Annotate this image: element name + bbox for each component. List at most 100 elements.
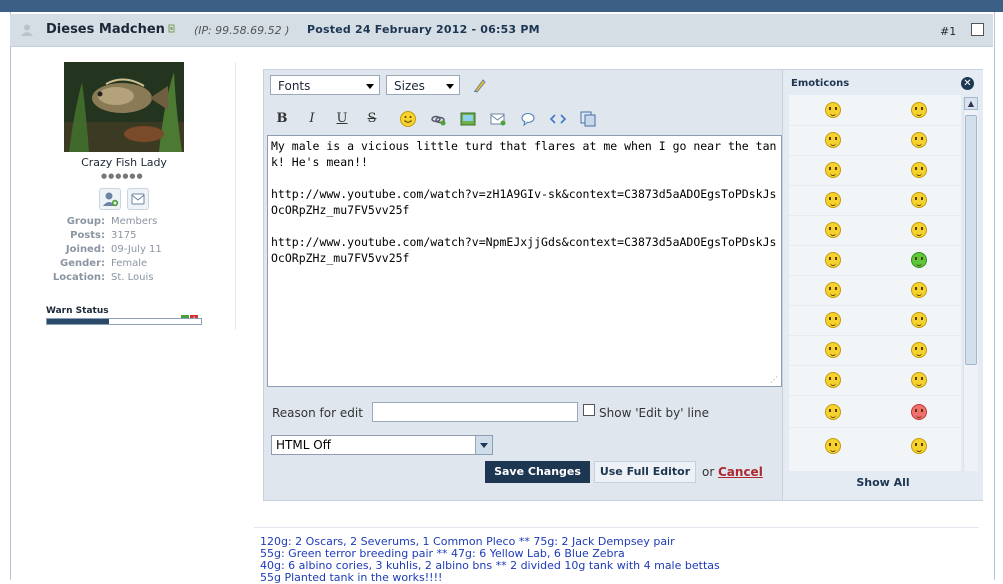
info-row-gender: Gender: Female bbox=[60, 258, 148, 269]
paste-button[interactable] bbox=[578, 110, 598, 128]
post-author[interactable]: Dieses Madchen bbox=[46, 22, 165, 37]
blush-emoticon-icon bbox=[911, 222, 927, 238]
reason-for-edit-input[interactable] bbox=[372, 402, 578, 422]
fonts-select[interactable]: Fonts bbox=[270, 75, 380, 95]
text-color-button[interactable] bbox=[470, 76, 490, 94]
emoticon-cell[interactable] bbox=[875, 125, 961, 156]
member-info: Group: Members Posts: 3175 Joined: 09-July … bbox=[12, 215, 236, 285]
or-text: or bbox=[702, 465, 715, 479]
huh-emoticon-icon bbox=[825, 282, 841, 298]
bold-button[interactable]: B bbox=[272, 110, 292, 128]
sick-emoticon-icon bbox=[911, 252, 927, 268]
emoticon-cell[interactable] bbox=[875, 95, 961, 126]
emoticons-panel: Emoticons ✕ ▲ Show All bbox=[782, 70, 983, 500]
emoticon-cell[interactable] bbox=[875, 155, 961, 186]
fonts-select-label: Fonts bbox=[278, 79, 311, 93]
emoticon-button[interactable] bbox=[398, 110, 418, 128]
grin-emoticon-icon bbox=[825, 372, 841, 388]
scroll-up-icon[interactable]: ▲ bbox=[964, 97, 978, 110]
sleepy-emoticon-icon bbox=[825, 252, 841, 268]
cry-emoticon-icon bbox=[911, 162, 927, 178]
close-icon[interactable]: ✕ bbox=[961, 77, 974, 90]
underline-button[interactable]: U bbox=[332, 110, 352, 128]
signature-line: 55g Planted tank in the works!!!! bbox=[260, 571, 443, 584]
online-status-icon bbox=[168, 24, 175, 33]
emoticon-cell[interactable] bbox=[875, 397, 961, 428]
insert-link-button[interactable] bbox=[428, 110, 448, 128]
emoticon-cell[interactable] bbox=[875, 365, 961, 396]
post-content-textarea[interactable]: My male is a vicious little turd that fl… bbox=[267, 135, 782, 387]
clipboard-icon bbox=[580, 111, 596, 127]
wink-emoticon-icon bbox=[911, 102, 927, 118]
rank-pips: ●●●●●● bbox=[101, 172, 144, 180]
emoticon-cell[interactable] bbox=[789, 275, 875, 306]
show-all-emoticons-button[interactable]: Show All bbox=[783, 476, 983, 489]
info-row-location: Location: St. Louis bbox=[52, 272, 154, 283]
show-edit-by-checkbox[interactable] bbox=[583, 404, 595, 416]
add-friend-icon bbox=[103, 192, 119, 207]
chevron-down-icon bbox=[446, 84, 454, 89]
emoticon-cell[interactable] bbox=[789, 397, 875, 428]
emoticon-cell[interactable] bbox=[789, 335, 875, 366]
use-full-editor-button[interactable]: Use Full Editor bbox=[594, 461, 696, 483]
show-edit-by-label[interactable]: Show 'Edit by' line bbox=[599, 406, 709, 420]
avatar[interactable] bbox=[64, 62, 184, 152]
tongue-emoticon-icon bbox=[825, 132, 841, 148]
top-bar bbox=[0, 0, 1003, 12]
info-row-posts: Posts: 3175 bbox=[70, 230, 137, 241]
italic-button[interactable]: I bbox=[302, 110, 322, 128]
dizzy-emoticon-icon bbox=[825, 222, 841, 238]
sizes-select-label: Sizes bbox=[394, 79, 425, 93]
add-friend-button[interactable] bbox=[99, 188, 121, 210]
warn-status-label: Warn Status bbox=[46, 306, 109, 316]
smile-emoticon-icon bbox=[825, 404, 841, 420]
insert-code-button[interactable] bbox=[548, 110, 568, 128]
emoticon-cell[interactable] bbox=[789, 365, 875, 396]
send-message-button[interactable] bbox=[127, 188, 149, 210]
cancel-link[interactable]: Cancel bbox=[718, 465, 763, 479]
emoticon-cell[interactable] bbox=[875, 305, 961, 336]
chevron-down-icon bbox=[475, 436, 492, 454]
emoticon-grid bbox=[789, 95, 961, 471]
user-action-buttons bbox=[99, 188, 155, 213]
signature: 120g: 2 Oscars, 2 Severums, 1 Common Ple… bbox=[260, 536, 720, 584]
unsure-emoticon-icon bbox=[911, 192, 927, 208]
emoticon-scrollbar[interactable]: ▲ bbox=[963, 97, 978, 471]
emoticon-cell[interactable] bbox=[875, 215, 961, 246]
sizes-select[interactable]: Sizes bbox=[386, 75, 460, 95]
emoticon-cell[interactable] bbox=[789, 305, 875, 336]
speech-bubble-icon bbox=[521, 113, 535, 127]
scrollbar-thumb[interactable] bbox=[965, 115, 977, 365]
worried-emoticon-icon bbox=[825, 438, 841, 454]
emoticons-title: Emoticons bbox=[791, 78, 850, 89]
user-icon bbox=[21, 24, 33, 36]
emoticon-cell[interactable] bbox=[875, 275, 961, 306]
emoticon-cell[interactable] bbox=[789, 125, 875, 156]
post-header: Dieses Madchen (IP: 99.58.69.52 ) Posted… bbox=[10, 14, 993, 47]
insert-email-button[interactable] bbox=[488, 110, 508, 128]
chevron-down-icon bbox=[366, 84, 374, 89]
emoticon-cell[interactable] bbox=[875, 185, 961, 216]
emoticon-cell[interactable] bbox=[789, 431, 875, 461]
column-divider bbox=[235, 62, 236, 330]
resize-handle-icon[interactable]: ⋰ bbox=[770, 376, 778, 384]
quick-edit-editor: Fonts Sizes B I U S My male is a vicious… bbox=[263, 69, 983, 501]
strikethrough-button[interactable]: S bbox=[362, 110, 382, 128]
emoticon-cell[interactable] bbox=[789, 185, 875, 216]
emoticon-cell[interactable] bbox=[789, 215, 875, 246]
post-select-checkbox[interactable] bbox=[971, 23, 984, 36]
insert-image-button[interactable] bbox=[458, 110, 478, 128]
image-icon bbox=[460, 112, 476, 126]
emoticon-cell[interactable] bbox=[875, 335, 961, 366]
insert-quote-button[interactable] bbox=[518, 110, 538, 128]
emoticon-cell[interactable] bbox=[789, 155, 875, 186]
cool-emoticon-icon bbox=[825, 342, 841, 358]
emoticon-cell[interactable] bbox=[875, 431, 961, 461]
emoticon-cell[interactable] bbox=[789, 95, 875, 126]
html-mode-value: HTML Off bbox=[276, 438, 331, 452]
html-mode-select[interactable]: HTML Off bbox=[271, 435, 493, 455]
emoticon-cell[interactable] bbox=[875, 245, 961, 276]
save-changes-button[interactable]: Save Changes bbox=[485, 461, 590, 483]
post-number[interactable]: #1 bbox=[940, 25, 956, 38]
emoticon-cell[interactable] bbox=[789, 245, 875, 276]
